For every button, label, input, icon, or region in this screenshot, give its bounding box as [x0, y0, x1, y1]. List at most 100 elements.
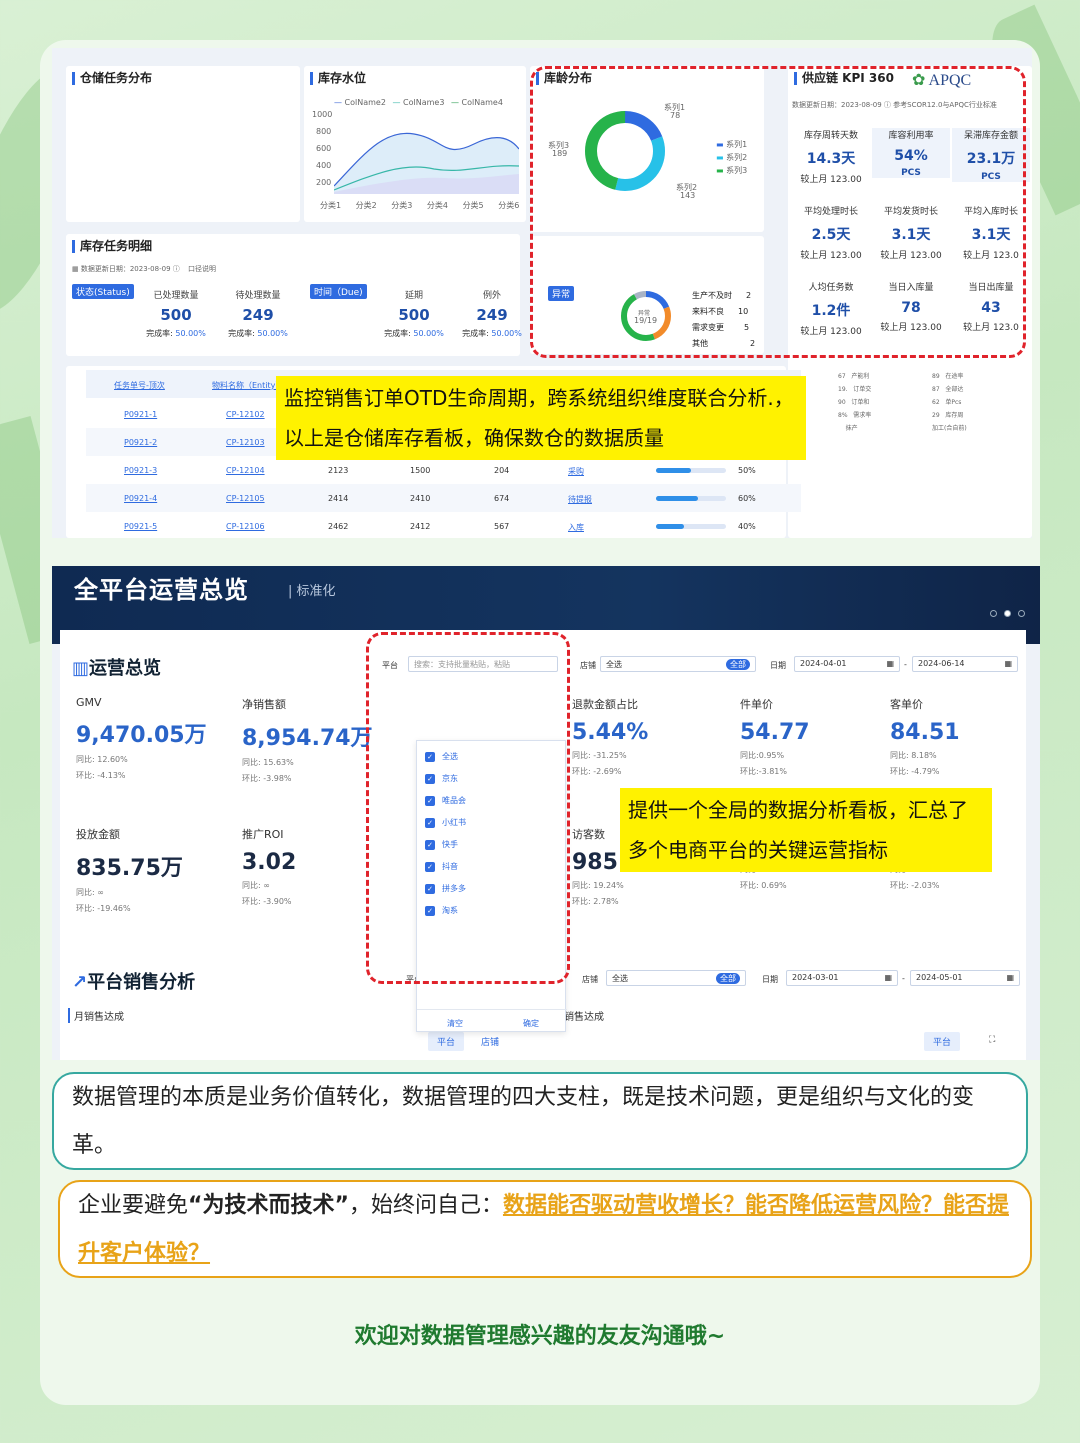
- date-label: 日期: [762, 975, 778, 984]
- column-header[interactable]: 任务单号-顶次: [114, 380, 165, 391]
- trend-icon: ↗: [72, 972, 88, 993]
- metric-card: GMV 9,470.05万 同比: 12.60% 环比: -4.13%: [76, 696, 226, 781]
- calendar-icon: ▦: [884, 973, 892, 982]
- warehouse-dashboard-screenshot: 仓储任务分布 库存水位 — ColName2 — ColName3 — ColN…: [52, 48, 1032, 538]
- metric-label: 投放金额: [76, 828, 120, 841]
- sales-shop-select[interactable]: 全选 全部: [606, 970, 746, 986]
- table-cell: 1500: [410, 466, 431, 475]
- metric-yoy: 同比:0.95%: [740, 751, 785, 760]
- metric-yoy: 同比: -31.25%: [572, 751, 627, 760]
- y-tick: 1000: [312, 110, 333, 119]
- fullscreen-icon[interactable]: ⛶: [980, 1032, 1004, 1048]
- carousel-dot[interactable]: [1018, 610, 1025, 617]
- time-tag: 时间（Due): [310, 284, 367, 299]
- material-link[interactable]: CP-12104: [226, 466, 265, 475]
- table-cell: 2410: [410, 494, 431, 503]
- table-row[interactable]: P0921-5 CP-12106 2462 2412 567 入库 40%: [86, 512, 801, 538]
- y-tick: 200: [316, 178, 332, 187]
- overview-section-title: ▥运营总览: [72, 658, 162, 679]
- progress-text: 50%: [738, 466, 756, 475]
- task-detail-panel: 库存任务明细 ▦ 数据更新日期：2023-08-09 ⓘ 口径说明 状态(Sta…: [66, 234, 522, 356]
- metric-value: 54.77: [740, 720, 810, 745]
- status-link[interactable]: 待提报: [568, 494, 592, 505]
- metric-mom: 环比: 0.69%: [740, 881, 787, 890]
- stat-delayed: 延期 500 完成率: 50.00%: [384, 291, 444, 338]
- dashboard-title: 全平台运营总览: [74, 576, 249, 604]
- warehouse-task-panel: 仓储任务分布: [66, 66, 300, 222]
- platform-toggle-button[interactable]: 平台: [428, 1032, 465, 1051]
- progress-bar: [656, 496, 726, 501]
- material-link[interactable]: CP-12105: [226, 494, 265, 503]
- shop-label: 店铺: [582, 975, 598, 984]
- task-id-link[interactable]: P0921-3: [124, 466, 157, 475]
- clear-button[interactable]: 清空: [447, 1018, 463, 1029]
- sales-date-from[interactable]: 2024-03-01 ▦: [786, 970, 898, 986]
- text-box-essence: 数据管理的本质是业务价值转化，数据管理的四大支柱，既是技术问题，更是组织与文化的…: [52, 1072, 1028, 1170]
- carousel-dot[interactable]: [990, 610, 997, 617]
- metric-mom: 环比: -4.13%: [76, 771, 126, 780]
- metric-label: 客单价: [890, 698, 923, 711]
- status-link[interactable]: 入库: [568, 522, 584, 533]
- metric-mom: 环比: -19.46%: [76, 904, 131, 913]
- sales-section-title: ↗平台销售分析: [72, 972, 196, 993]
- stat-pending: 待处理数量 249 完成率: 50.00%: [228, 291, 288, 338]
- stat-exception: 例外 249 完成率: 50.00%: [462, 291, 522, 338]
- y-tick: 800: [316, 127, 332, 136]
- platform-toggle-button[interactable]: 平台: [924, 1032, 961, 1051]
- metric-value: 5.44%: [572, 720, 649, 745]
- material-link[interactable]: CP-12102: [226, 410, 265, 419]
- chart-legend: — ColName2 — ColName3 — ColName4: [334, 98, 503, 107]
- stock-level-panel: 库存水位 — ColName2 — ColName3 — ColName4 10…: [304, 66, 526, 222]
- chart-icon: ▥: [72, 658, 90, 679]
- shop-toggle-button[interactable]: 店铺: [472, 1032, 508, 1051]
- shop-label: 店铺: [580, 661, 596, 670]
- sales-date-to[interactable]: 2024-05-01 ▦: [910, 970, 1020, 986]
- metric-mom: 环比: 2.78%: [572, 897, 619, 906]
- date-label: 日期: [770, 661, 786, 670]
- task-id-link[interactable]: P0921-5: [124, 522, 157, 531]
- metric-yoy: 同比: 8.18%: [890, 751, 937, 760]
- task-id-link[interactable]: P0921-4: [124, 494, 157, 503]
- metric-yoy: 同比: 19.24%: [572, 881, 624, 890]
- metric-value: 835.75万: [76, 856, 183, 881]
- column-header[interactable]: 物料名称（Entity）: [212, 380, 283, 391]
- calendar-icon: ▦: [1006, 973, 1014, 982]
- panel-title: 库存水位: [310, 72, 366, 85]
- date-from-input[interactable]: 2024-04-01 ▦: [794, 656, 900, 672]
- panel-title: 仓储任务分布: [72, 72, 152, 85]
- highlight-box-dropdown: [366, 632, 570, 984]
- table-cell: 2123: [328, 466, 349, 475]
- metric-mom: 环比:-3.81%: [740, 767, 787, 776]
- calendar-icon: ▦: [886, 659, 894, 668]
- y-tick: 400: [316, 161, 332, 170]
- metric-label: 退款金额占比: [572, 698, 638, 711]
- task-id-link[interactable]: P0921-1: [124, 410, 157, 419]
- metric-label: 件单价: [740, 698, 773, 711]
- material-link[interactable]: CP-12106: [226, 522, 265, 531]
- confirm-button[interactable]: 确定: [523, 1018, 539, 1029]
- progress-text: 40%: [738, 522, 756, 531]
- stock-level-area-chart: [334, 132, 519, 194]
- table-row[interactable]: P0921-4 CP-12105 2414 2410 674 待提报 60%: [86, 484, 801, 512]
- metric-yoy: 同比: ∞: [76, 888, 104, 897]
- table-cell: 2412: [410, 522, 431, 531]
- annotation-bottom: 提供一个全局的数据分析看板，汇总了多个电商平台的关键运营指标: [620, 788, 992, 872]
- table-cell: 674: [494, 494, 510, 503]
- footer-text: 欢迎对数据管理感兴趣的友友沟通哦~: [354, 1324, 726, 1349]
- metric-card: 退款金额占比 5.44% 同比: -31.25% 环比: -2.69%: [572, 696, 722, 777]
- table-row[interactable]: P0921-3 CP-12104 2123 1500 204 采购 50%: [86, 456, 801, 484]
- carousel-dot[interactable]: [1004, 610, 1011, 617]
- x-ticks: 分类1 分类2 分类3 分类4 分类5 分类6: [320, 201, 520, 210]
- legend-item: ColName4: [461, 98, 503, 107]
- side-table: 89 在途率 87 全部达 62 单Pcs 29 库存周 加工(合自前): [932, 373, 967, 432]
- monthly-target-title: 月销售达成: [68, 1008, 124, 1023]
- metric-card: 投放金额 835.75万同比: ∞ 环比: -19.46%: [76, 826, 226, 914]
- date-to-input[interactable]: 2024-06-14 ▦: [912, 656, 1018, 672]
- shop-select[interactable]: 全选 全部: [600, 656, 756, 672]
- status-link[interactable]: 采购: [568, 466, 584, 477]
- table-cell: 567: [494, 522, 510, 531]
- task-id-link[interactable]: P0921-2: [124, 438, 157, 447]
- table-cell: 2462: [328, 522, 349, 531]
- progress-bar: [656, 468, 726, 473]
- material-link[interactable]: CP-12103: [226, 438, 265, 447]
